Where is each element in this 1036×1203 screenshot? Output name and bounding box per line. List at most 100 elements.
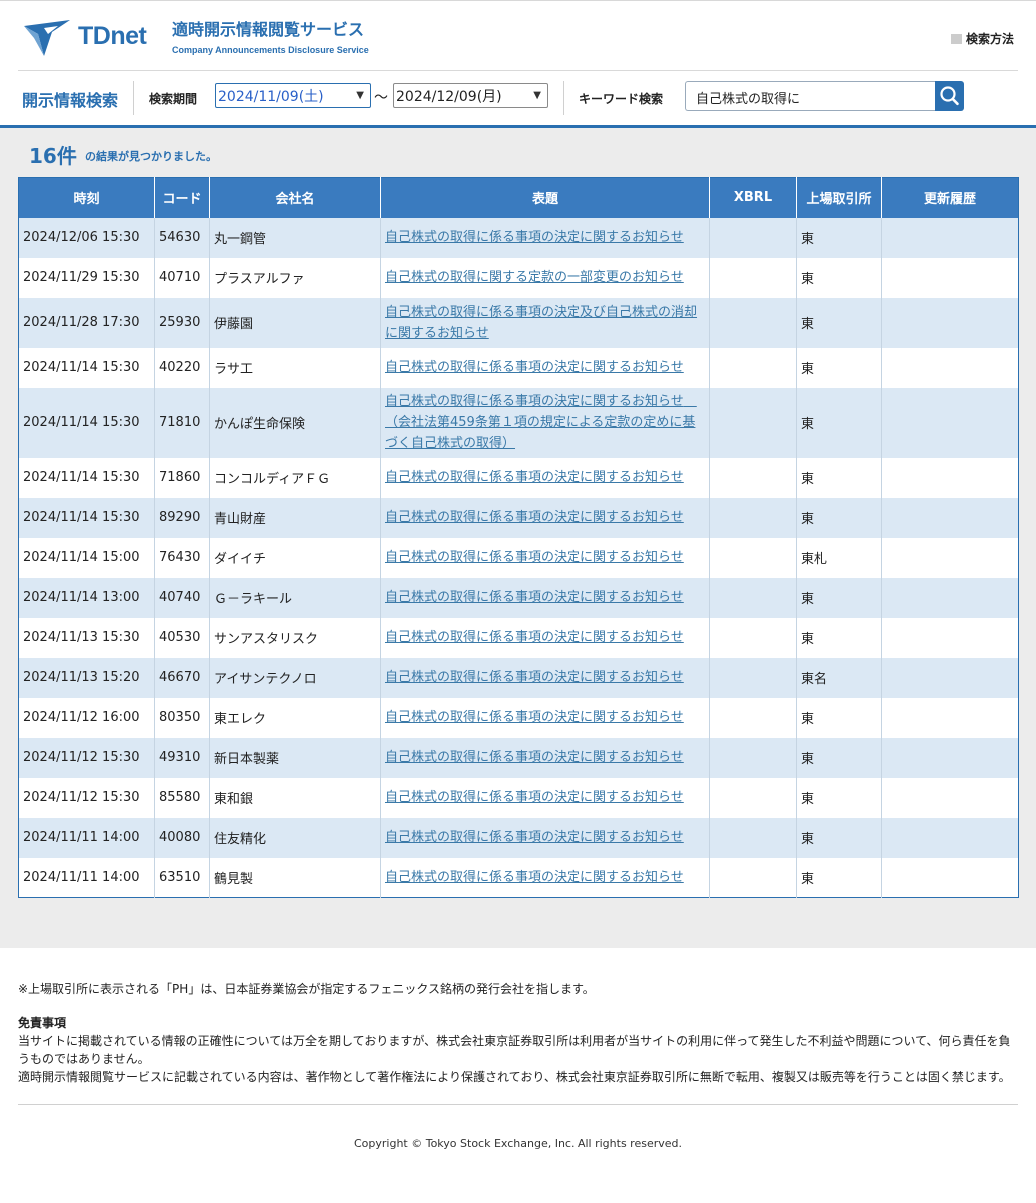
cell-history <box>881 497 1019 538</box>
cell-title: 自己株式の取得に係る事項の決定に関するお知らせ <box>380 497 710 538</box>
cell-time: 2024/11/28 17:30 <box>18 297 155 348</box>
disclaimer-text: 当サイトに掲載されている情報の正確性については万全を期しておりますが、株式会社東… <box>18 1034 1011 1066</box>
tdnet-logo[interactable]: TDnet <box>22 18 152 58</box>
cell-history <box>881 387 1019 458</box>
cell-exchange: 東 <box>796 497 882 538</box>
announcement-title-link[interactable]: 自己株式の取得に係る事項の決定に関するお知らせ <box>385 710 684 725</box>
table-row: 2024/11/28 17:30 25930 伊藤園 自己株式の取得に係る事項の決定及… <box>18 297 1019 348</box>
announcement-title-link[interactable]: 自己株式の取得に係る事項の決定に関するお知らせ <box>385 750 684 765</box>
announcement-title-link[interactable]: 自己株式の取得に係る事項の決定に関するお知らせ <box>385 870 684 885</box>
cell-company: 伊藤園 <box>209 297 381 348</box>
cell-code: 71810 <box>154 387 210 458</box>
cell-history <box>881 857 1019 898</box>
cell-company: 青山財産 <box>209 497 381 538</box>
table-row: 2024/11/13 15:20 46670 アイサンテクノロ 自己株式の取得に係る事… <box>18 657 1019 698</box>
site-header: TDnet 適時開示情報閲覧サービス Company Announcements… <box>0 4 1036 70</box>
cell-history <box>881 817 1019 858</box>
table-row: 2024/11/11 14:00 63510 鶴見製 自己株式の取得に係る事項の決定に… <box>18 857 1019 898</box>
table-header-row: 時刻 コード 会社名 表題 XBRL 上場取引所 更新履歴 <box>18 177 1019 218</box>
cell-exchange: 東札 <box>796 537 882 578</box>
disclaimer-text: 適時開示情報閲覧サービスに記載されている内容は、著作物として著作権法により保護さ… <box>18 1070 1011 1084</box>
announcement-title-link[interactable]: 自己株式の取得に係る事項の決定に関するお知らせ <box>385 590 684 605</box>
cell-xbrl <box>709 457 797 498</box>
cell-time: 2024/11/12 15:30 <box>18 777 155 818</box>
cell-history <box>881 777 1019 818</box>
site-subtitle: Company Announcements Disclosure Service <box>172 45 369 55</box>
keyword-input[interactable]: 自己株式の取得に <box>685 81 935 111</box>
search-icon <box>940 86 959 106</box>
cell-company: Ｇ－ラキール <box>209 577 381 618</box>
cell-time: 2024/11/13 15:30 <box>18 617 155 658</box>
cell-title: 自己株式の取得に係る事項の決定に関するお知らせ <box>380 217 710 258</box>
divider <box>563 81 564 115</box>
cell-title: 自己株式の取得に係る事項の決定に関するお知らせ <box>380 457 710 498</box>
cell-code: 46670 <box>154 657 210 698</box>
table-row: 2024/11/11 14:00 40080 住友精化 自己株式の取得に係る事項の決定… <box>18 817 1019 858</box>
cell-company: 住友精化 <box>209 817 381 858</box>
cell-history <box>881 537 1019 578</box>
cell-title: 自己株式の取得に係る事項の決定に関するお知らせ <box>380 657 710 698</box>
announcement-title-link[interactable]: 自己株式の取得に係る事項の決定に関するお知らせ <box>385 670 684 685</box>
announcement-title-link[interactable]: 自己株式の取得に係る事項の決定に関するお知らせ <box>385 230 684 245</box>
period-label: 検索期間 <box>149 92 198 106</box>
date-from-value: 2024/11/09(土) <box>218 89 324 105</box>
cell-xbrl <box>709 387 797 458</box>
announcement-title-link[interactable]: 自己株式の取得に係る事項の決定及び自己株式の消却に関するお知らせ <box>385 305 697 341</box>
cell-time: 2024/11/11 14:00 <box>18 857 155 898</box>
announcement-title-link[interactable]: 自己株式の取得に係る事項の決定に関するお知らせ <box>385 830 684 845</box>
cell-xbrl <box>709 577 797 618</box>
date-from-select[interactable]: 2024/11/09(土) ▼ <box>215 83 371 108</box>
search-section-title: 開示情報検索 <box>22 91 119 110</box>
cell-title: 自己株式の取得に係る事項の決定に関するお知らせ <box>380 347 710 388</box>
col-header-company: 会社名 <box>209 177 381 218</box>
cell-xbrl <box>709 497 797 538</box>
cell-title: 自己株式の取得に係る事項の決定に関するお知らせ <box>380 697 710 738</box>
cell-code: 40530 <box>154 617 210 658</box>
cell-company: 新日本製薬 <box>209 737 381 778</box>
search-bar: 開示情報検索 検索期間 2024/11/09(土) ▼ ～ 2024/12/09… <box>0 71 1036 125</box>
search-help-link[interactable]: 検索方法 <box>950 30 1014 47</box>
cell-code: 89290 <box>154 497 210 538</box>
cell-code: 25930 <box>154 297 210 348</box>
col-header-title: 表題 <box>380 177 710 218</box>
cell-code: 54630 <box>154 217 210 258</box>
cell-company: 鶴見製 <box>209 857 381 898</box>
announcement-title-link[interactable]: 自己株式の取得に係る事項の決定に関するお知らせ <box>385 550 684 565</box>
announcement-title-link[interactable]: 自己株式の取得に係る事項の決定に関するお知らせ <box>385 790 684 805</box>
cell-history <box>881 697 1019 738</box>
announcement-title-link[interactable]: 自己株式の取得に係る事項の決定に関するお知らせ <box>385 510 684 525</box>
cell-exchange: 東 <box>796 737 882 778</box>
cell-xbrl <box>709 217 797 258</box>
table-row: 2024/11/13 15:30 40530 サンアスタリスク 自己株式の取得に係る事… <box>18 617 1019 658</box>
cell-time: 2024/11/29 15:30 <box>18 257 155 298</box>
cell-code: 49310 <box>154 737 210 778</box>
cell-company: プラスアルファ <box>209 257 381 298</box>
table-row: 2024/11/14 15:30 71810 かんぽ生命保険 自己株式の取得に係る事項… <box>18 387 1019 458</box>
cell-code: 40080 <box>154 817 210 858</box>
cell-title: 自己株式の取得に係る事項の決定に関するお知らせ <box>380 577 710 618</box>
cell-company: かんぽ生命保険 <box>209 387 381 458</box>
cell-company: アイサンテクノロ <box>209 657 381 698</box>
date-to-value: 2024/12/09(月) <box>396 89 502 105</box>
date-to-select[interactable]: 2024/12/09(月) ▼ <box>393 83 548 108</box>
cell-history <box>881 257 1019 298</box>
announcement-title-link[interactable]: 自己株式の取得に係る事項の決定に関するお知らせ <box>385 630 684 645</box>
table-row: 2024/11/12 15:30 49310 新日本製薬 自己株式の取得に係る事項の決… <box>18 737 1019 778</box>
table-row: 2024/11/12 15:30 85580 東和銀 自己株式の取得に係る事項の決定に… <box>18 777 1019 818</box>
cell-time: 2024/11/11 14:00 <box>18 817 155 858</box>
search-help-label: 検索方法 <box>965 32 1014 46</box>
announcement-title-link[interactable]: 自己株式の取得に係る事項の決定に関するお知らせ <box>385 360 684 375</box>
cell-xbrl <box>709 537 797 578</box>
announcement-title-link[interactable]: 自己株式の取得に係る事項の決定に関するお知らせ <box>385 470 684 485</box>
cell-time: 2024/11/14 15:30 <box>18 347 155 388</box>
search-button[interactable] <box>935 81 964 111</box>
keyword-label: キーワード検索 <box>579 92 664 106</box>
announcement-title-link[interactable]: 自己株式の取得に関する定款の一部変更のお知らせ <box>385 270 684 285</box>
announcement-title-link[interactable]: 自己株式の取得に係る事項の決定に関するお知らせ （会社法第459条第１項の規定に… <box>385 394 697 451</box>
cell-code: 80350 <box>154 697 210 738</box>
cell-code: 85580 <box>154 777 210 818</box>
cell-code: 40220 <box>154 347 210 388</box>
cell-exchange: 東 <box>796 257 882 298</box>
results-table: 時刻 コード 会社名 表題 XBRL 上場取引所 更新履歴 2024/12/06… <box>18 177 1019 898</box>
cell-xbrl <box>709 617 797 658</box>
